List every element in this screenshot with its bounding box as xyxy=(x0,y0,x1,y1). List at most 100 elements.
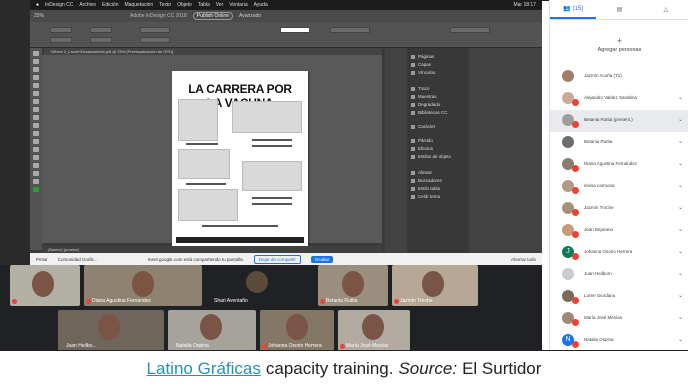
eyedropper-tool-icon[interactable] xyxy=(33,163,39,168)
taskbar-item[interactable]: Comunidad Grafic... xyxy=(58,257,98,262)
chevron-down-icon[interactable]: ⌄ xyxy=(678,314,683,321)
menu-item[interactable]: Texto xyxy=(159,2,171,8)
video-tile[interactable]: Shari Aventaño xyxy=(206,265,314,306)
type-tool-icon[interactable] xyxy=(33,83,39,88)
line-tool-icon[interactable] xyxy=(33,91,39,96)
publish-online-button[interactable]: Publish Online xyxy=(192,12,233,20)
tab-activities[interactable]: △ xyxy=(643,0,688,19)
chevron-down-icon[interactable]: ⌄ xyxy=(678,138,683,145)
rectangle-frame-tool-icon[interactable] xyxy=(33,115,39,120)
add-people-button[interactable]: + Agregar personas xyxy=(550,36,688,53)
pen-tool-icon[interactable] xyxy=(33,99,39,104)
taskbar-item[interactable]: Pintar xyxy=(36,257,48,262)
participant-row[interactable]: eloisa carmona ⌄ xyxy=(550,176,688,198)
gap-tool-icon[interactable] xyxy=(33,75,39,80)
panel-cc-libraries[interactable]: Bibliotecas CC xyxy=(411,110,448,115)
chevron-down-icon[interactable]: ⌄ xyxy=(678,248,683,255)
rotate-field[interactable] xyxy=(140,37,170,43)
menu-item[interactable]: Tabla xyxy=(198,2,210,8)
scale-field[interactable] xyxy=(140,27,170,33)
panel-layers[interactable]: Capas xyxy=(411,62,431,67)
panel-pathfinder[interactable]: Buscadores xyxy=(411,178,442,183)
pencil-tool-icon[interactable] xyxy=(33,107,39,112)
panel-paragraph[interactable]: Párrafo xyxy=(411,138,433,143)
participant-row[interactable]: Betania Ruttia (present.) ⌄ xyxy=(550,110,688,132)
participant-row[interactable]: Diana Agustina Fernández ⌄ xyxy=(550,154,688,176)
hide-button[interactable]: Ocultar xyxy=(310,255,334,263)
selection-tool-icon[interactable] xyxy=(33,51,39,56)
panel-gradient[interactable]: Degradado xyxy=(411,102,440,107)
panel-pages[interactable]: Páginas xyxy=(411,54,434,59)
caption-link[interactable]: Latino Gráficas xyxy=(147,359,261,379)
stop-sharing-button[interactable]: Dejar de compartir xyxy=(253,254,301,264)
workspace-select[interactable]: Avanzado xyxy=(239,13,261,19)
width-field[interactable] xyxy=(90,27,112,33)
zoom-tool-icon[interactable] xyxy=(33,179,39,184)
panel-links[interactable]: Vínculos xyxy=(411,70,435,75)
chevron-down-icon[interactable]: ⌄ xyxy=(678,182,683,189)
document-page[interactable]: LA CARRERA POR LA VACUNA xyxy=(172,71,308,247)
note-tool-icon[interactable] xyxy=(33,155,39,160)
menu-item[interactable]: Ver xyxy=(216,2,224,8)
panel-character[interactable]: Carácter xyxy=(411,124,435,129)
hand-tool-icon[interactable] xyxy=(33,171,39,176)
panel-cell-style[interactable]: Celdr tema xyxy=(411,194,440,199)
participant-row[interactable]: N Natalia Ospina ⌄ xyxy=(550,330,688,352)
chevron-down-icon[interactable]: ⌄ xyxy=(678,116,683,123)
tab-chat[interactable]: ▤ xyxy=(596,0,642,19)
apple-icon[interactable]: ● xyxy=(36,2,39,8)
free-transform-tool-icon[interactable] xyxy=(33,139,39,144)
close-notice-button[interactable]: Ahorrar todo xyxy=(511,257,542,262)
participant-row[interactable]: Alejandro Valdez Sanabria ⌄ xyxy=(550,88,688,110)
chevron-down-icon[interactable]: ⌄ xyxy=(678,204,683,211)
direct-selection-tool-icon[interactable] xyxy=(33,59,39,64)
y-field[interactable] xyxy=(50,37,72,43)
chevron-down-icon[interactable]: ⌄ xyxy=(678,94,683,101)
x-field[interactable] xyxy=(50,27,72,33)
panel-effects[interactable]: Efectos xyxy=(411,146,433,151)
chevron-down-icon[interactable]: ⌄ xyxy=(678,292,683,299)
video-tile[interactable] xyxy=(10,265,80,306)
tab-people[interactable]: 👥 (15) xyxy=(550,0,597,19)
panel-object-styles[interactable]: Estilos de objeto xyxy=(411,154,451,159)
menu-item[interactable]: Ayuda xyxy=(254,2,268,8)
gradient-tool-icon[interactable] xyxy=(33,147,39,152)
fill-stroke-icon[interactable] xyxy=(33,187,39,192)
video-tile[interactable]: Diana Agustina Fernández xyxy=(84,265,202,306)
menu-item[interactable]: Archivo xyxy=(79,2,96,8)
video-tile[interactable]: Jazmin Troche xyxy=(392,265,478,306)
video-tile[interactable]: Johanna Osorio Herrera xyxy=(260,310,334,351)
menu-item[interactable]: Edición xyxy=(102,2,118,8)
panel-align[interactable]: Alinear xyxy=(411,170,432,175)
chevron-down-icon[interactable]: ⌄ xyxy=(678,160,683,167)
chevron-down-icon[interactable]: ⌄ xyxy=(678,336,683,343)
menu-item[interactable]: InDesign CC xyxy=(45,2,73,8)
document-tab[interactable]: *Afiche 2_LaurenDesasosimidi.pdf @ 25% [… xyxy=(44,48,382,55)
scissors-tool-icon[interactable] xyxy=(33,131,39,136)
rectangle-tool-icon[interactable] xyxy=(33,123,39,128)
panel-table-style[interactable]: Estilo tabla xyxy=(411,186,440,191)
participant-row[interactable]: Loren Giordano ⌄ xyxy=(550,286,688,308)
participant-row[interactable]: Jazmín Troche ⌄ xyxy=(550,198,688,220)
page-tool-icon[interactable] xyxy=(33,67,39,72)
height-field[interactable] xyxy=(90,37,112,43)
menu-item[interactable]: Maquetación xyxy=(124,2,153,8)
participant-row[interactable]: Jean Bejarano ⌄ xyxy=(550,220,688,242)
participant-row[interactable]: J Johanna Osorio Herrera ⌄ xyxy=(550,242,688,264)
participant-row[interactable]: María José Mesías ⌄ xyxy=(550,308,688,330)
panel-swatches[interactable]: Muestras xyxy=(411,94,437,99)
size-field[interactable] xyxy=(450,27,490,33)
video-tile[interactable]: Juan Heilbo... xyxy=(58,310,164,351)
stroke-field[interactable] xyxy=(280,27,310,33)
chevron-down-icon[interactable]: ⌄ xyxy=(678,226,683,233)
panel-stroke[interactable]: Trazo xyxy=(411,86,429,91)
video-tile[interactable]: María José Mesías xyxy=(338,310,410,351)
participant-row[interactable]: Betania Ruttia ⌄ xyxy=(550,132,688,154)
chevron-down-icon[interactable]: ⌄ xyxy=(678,270,683,277)
video-tile[interactable]: Natalia Ospina xyxy=(168,310,256,351)
opacity-field[interactable] xyxy=(330,27,370,33)
menu-item[interactable]: Objeto xyxy=(177,2,192,8)
zoom-level[interactable]: 25% xyxy=(34,13,44,19)
video-tile[interactable]: Betania Ruttia xyxy=(318,265,388,306)
menu-item[interactable]: Ventana xyxy=(229,2,247,8)
